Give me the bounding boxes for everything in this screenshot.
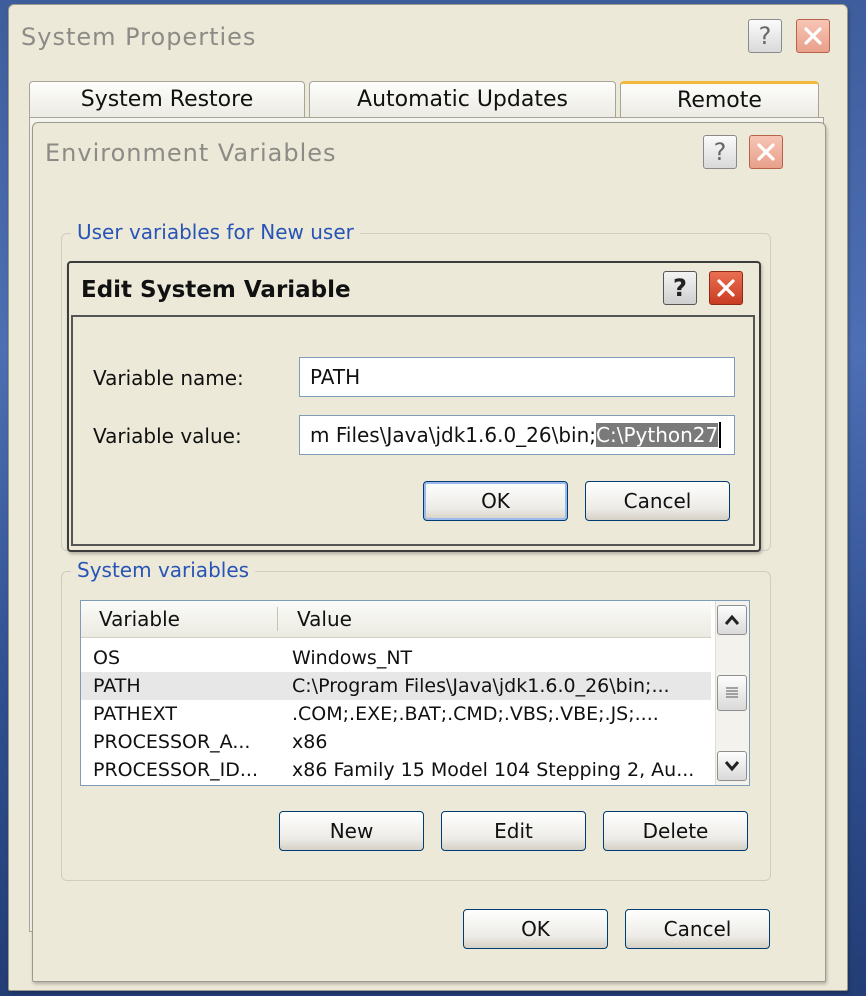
tab-system-restore[interactable]: System Restore [29,81,305,117]
edit-dialog-help-button[interactable]: ? [663,271,697,305]
edit-dialog-close-button[interactable] [709,271,743,305]
tab-remote[interactable]: Remote [620,81,819,117]
close-icon [717,279,735,297]
scroll-down-button[interactable] [717,751,747,781]
system-properties-close-button[interactable] [796,19,830,53]
column-divider [277,607,278,631]
edit-button[interactable]: Edit [441,811,586,851]
row-value: C:\Program Files\Java\jdk1.6.0_26\bin;..… [292,675,670,697]
scroll-thumb-grip-icon [726,687,738,698]
variable-value-label: Variable value: [93,424,242,448]
system-variables-list[interactable]: Variable Value OS Windows_NT PATH C:\Pro… [80,600,750,786]
variable-value-field[interactable]: m Files\Java\jdk1.6.0_26\bin; C:\Python27 [299,415,735,455]
row-variable: PROCESSOR_ID... [93,759,259,781]
dialog-title: Edit System Variable [81,277,351,303]
edit-system-variable-dialog: Edit System Variable ? Variable name: PA… [67,261,761,552]
environment-variables-title: Environment Variables [45,139,337,167]
variable-name-label: Variable name: [93,366,244,390]
row-variable: PROCESSOR_A... [93,731,251,753]
row-value: x86 Family 15 Model 104 Stepping 2, Au..… [292,759,695,781]
environment-ok-button[interactable]: OK [463,909,608,949]
text-caret [719,422,722,448]
row-value: x86 [292,731,328,753]
system-properties-title: System Properties [21,23,257,51]
user-variables-label: User variables for New user [71,220,360,244]
variable-value-text: m Files\Java\jdk1.6.0_26\bin; [310,423,597,447]
arrow-up-icon [724,614,740,625]
new-button[interactable]: New [279,811,424,851]
variable-value-selected-text: C:\Python27 [596,423,719,447]
environment-variables-window: Environment Variables ? User variables f… [32,122,826,982]
table-row[interactable]: PROCESSOR_A... x86 [81,728,711,756]
table-row[interactable]: PROCESSOR_ID... x86 Family 15 Model 104 … [81,756,711,784]
table-row-selected[interactable]: PATH C:\Program Files\Java\jdk1.6.0_26\b… [81,672,711,700]
environment-variables-help-button[interactable]: ? [703,135,737,169]
table-row[interactable]: OS Windows_NT [81,644,711,672]
edit-cancel-button[interactable]: Cancel [585,481,730,521]
row-value: Windows_NT [292,647,413,669]
help-icon: ? [758,22,772,50]
system-variables-label: System variables [71,558,256,582]
help-icon: ? [713,138,727,166]
row-value: .COM;.EXE;.BAT;.CMD;.VBS;.VBE;.JS;.... [292,703,659,725]
system-properties-help-button[interactable]: ? [748,19,782,53]
variable-name-field[interactable]: PATH [299,357,735,397]
variable-name-text: PATH [310,365,361,389]
row-variable: OS [93,647,121,669]
edit-ok-button[interactable]: OK [423,481,568,521]
environment-cancel-button[interactable]: Cancel [625,909,770,949]
tab-automatic-updates[interactable]: Automatic Updates [309,81,616,117]
row-variable: PATHEXT [93,703,177,725]
scroll-thumb[interactable] [717,675,747,711]
environment-variables-close-button[interactable] [749,135,783,169]
column-header-variable[interactable]: Variable [99,601,180,637]
arrow-down-icon [724,761,740,772]
list-header: Variable Value [81,601,711,638]
row-variable: PATH [93,675,141,697]
help-icon: ? [673,274,687,302]
delete-button[interactable]: Delete [603,811,748,851]
scroll-up-button[interactable] [717,605,747,635]
column-header-value[interactable]: Value [297,601,352,637]
close-icon [804,27,822,45]
close-icon [757,143,775,161]
table-row[interactable]: PATHEXT .COM;.EXE;.BAT;.CMD;.VBS;.VBE;.J… [81,700,711,728]
